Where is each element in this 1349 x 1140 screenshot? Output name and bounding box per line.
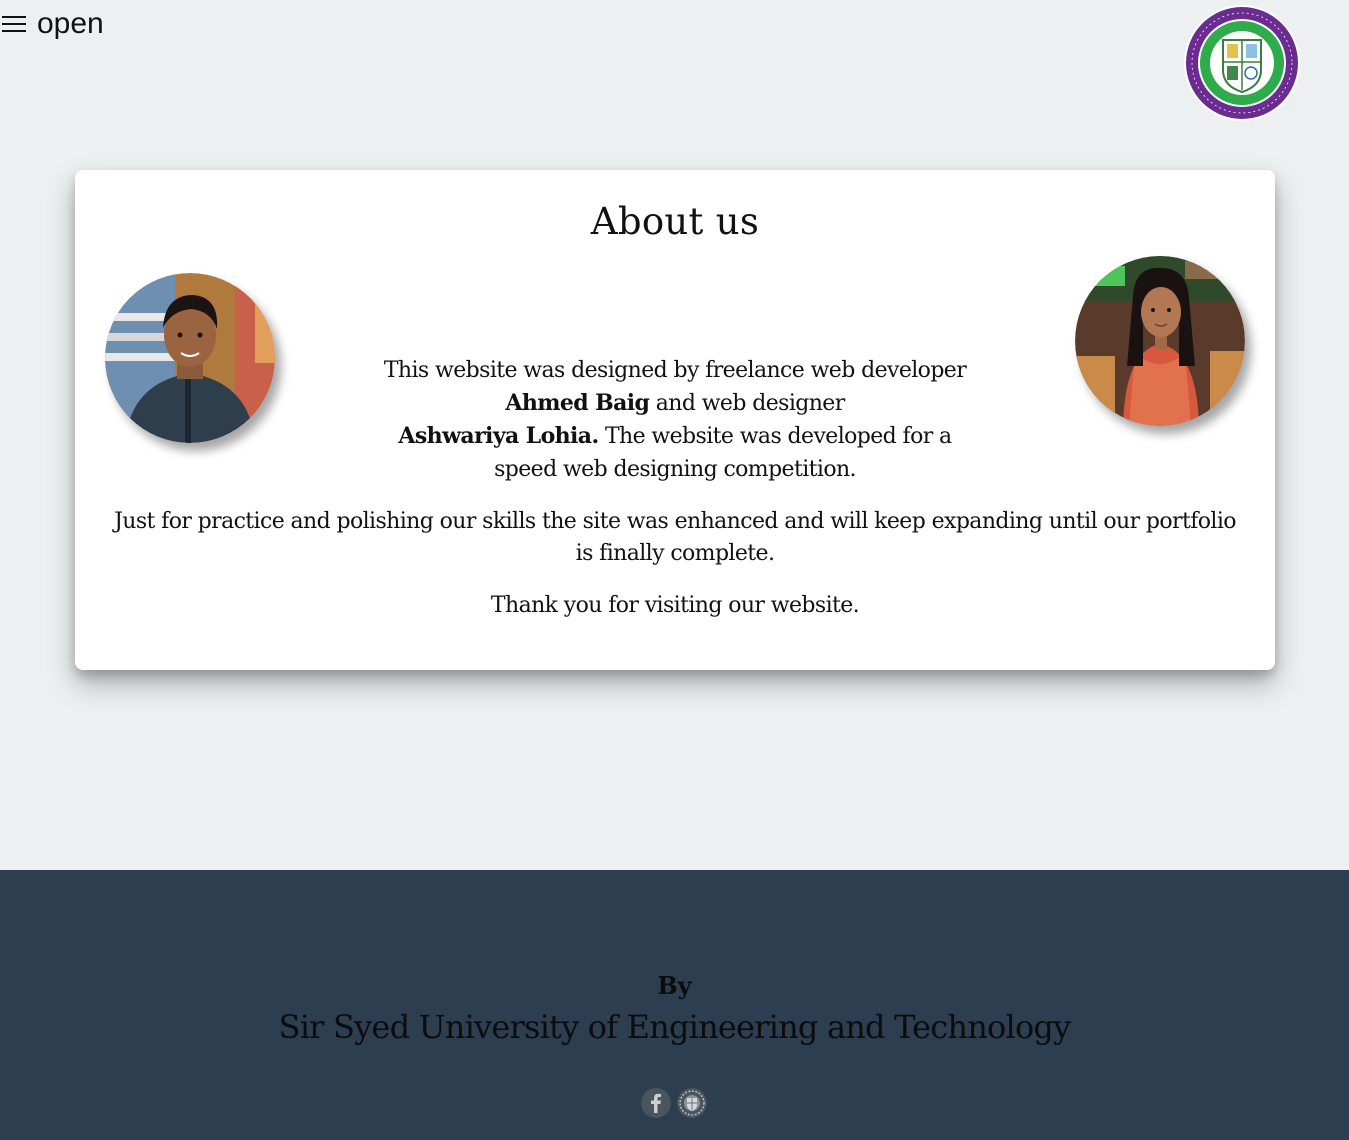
thank-you-paragraph: Thank you for visiting our website. [490, 593, 860, 618]
footer: By Sir Syed University of Engineering an… [0, 870, 1349, 1140]
designer-photo [1075, 256, 1245, 426]
hamburger-icon [2, 13, 26, 35]
menu-open-button[interactable]: open [2, 6, 104, 42]
designer-name: Ashwariya Lohia. [398, 423, 599, 449]
developer-name: Ahmed Baig [505, 390, 650, 416]
university-site-icon[interactable] [677, 1088, 707, 1118]
footer-university-name: Sir Syed University of Engineering and T… [278, 1008, 1072, 1046]
practice-paragraph: Just for practice and polishing our skil… [114, 509, 1236, 566]
university-logo [1184, 5, 1300, 121]
menu-open-label: open [37, 7, 104, 40]
page-title: About us [590, 200, 760, 243]
footer-by-label: By [657, 971, 692, 1000]
developer-photo [105, 273, 275, 443]
about-card: About us This website was designed by fr… [75, 170, 1275, 670]
intro-text-2: and web designer [655, 391, 846, 416]
social-links [641, 1088, 707, 1118]
intro-text-1: This website was designed by freelance w… [383, 358, 967, 383]
facebook-icon[interactable] [641, 1088, 671, 1118]
intro-paragraph: This website was designed by freelance w… [375, 354, 975, 486]
